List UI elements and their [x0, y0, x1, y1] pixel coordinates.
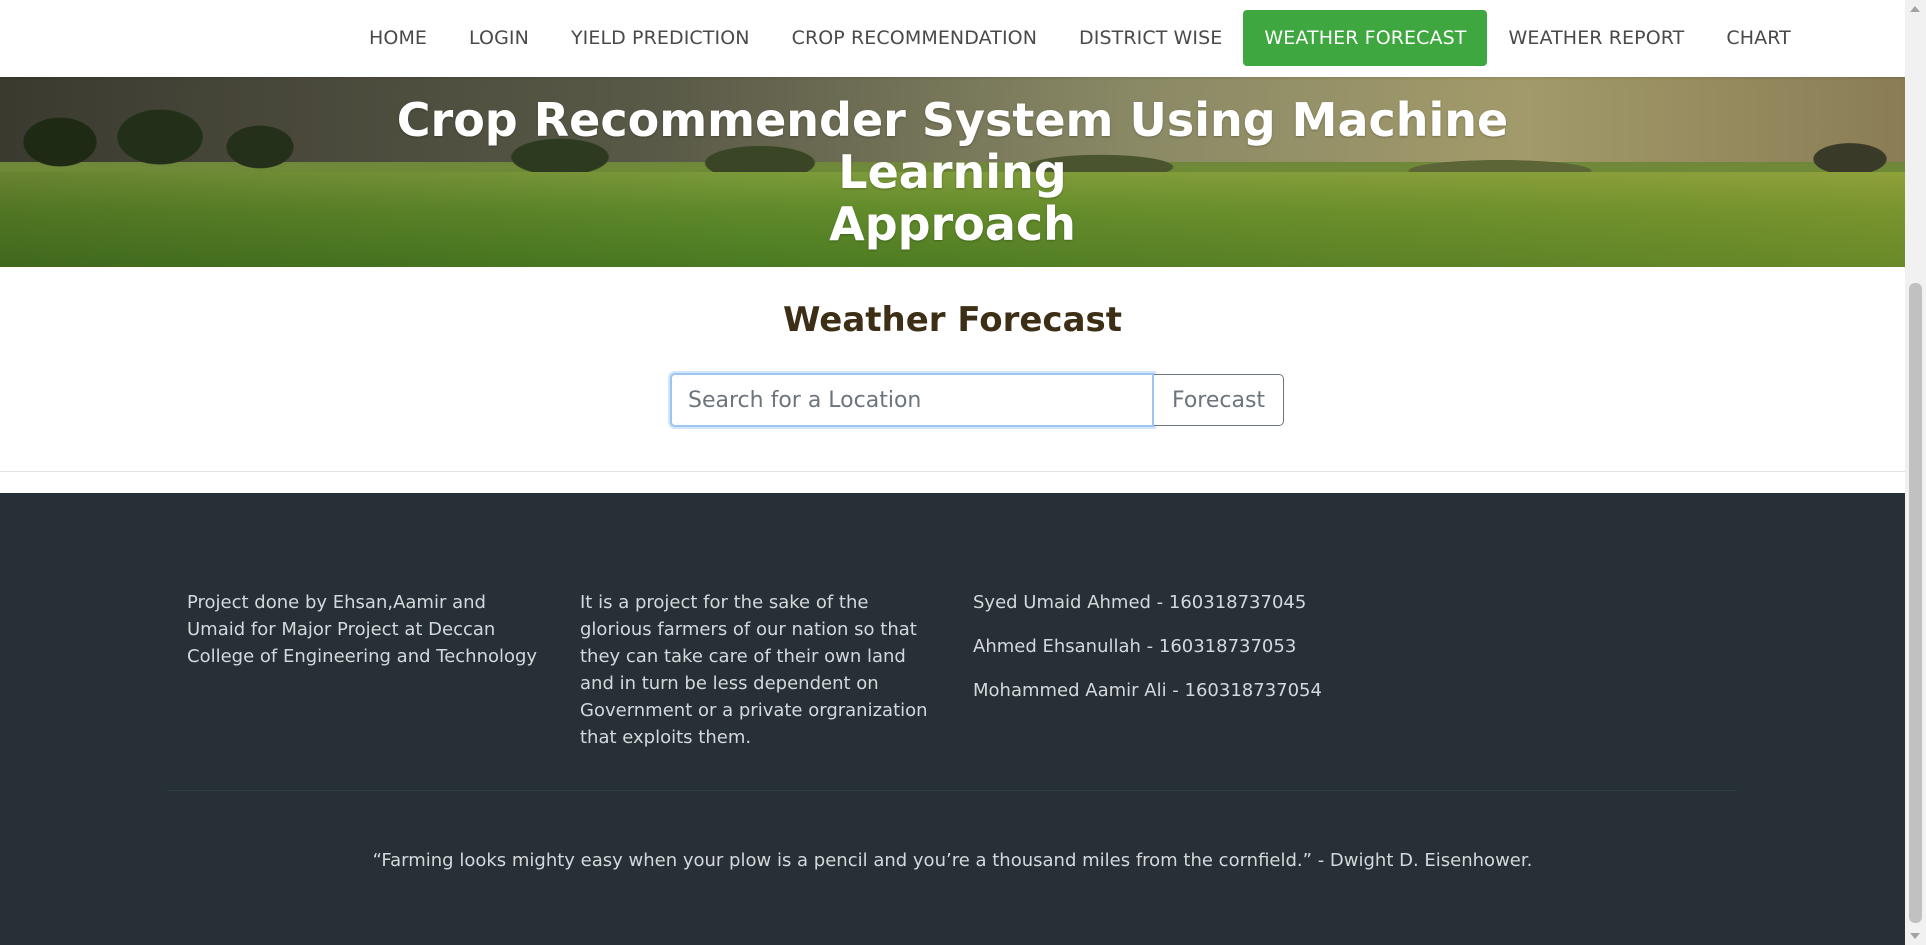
nav-item-weather-report[interactable]: WEATHER REPORT: [1487, 10, 1705, 66]
footer-project-purpose: It is a project for the sake of the glor…: [580, 592, 928, 748]
nav-item-district-wise[interactable]: DISTRICT WISE: [1058, 10, 1243, 66]
nav-item-login[interactable]: LOGIN: [448, 10, 550, 66]
section-title: Weather Forecast: [782, 300, 1123, 340]
footer-divider: [167, 790, 1737, 791]
scroll-down-arrow-icon[interactable]: [1910, 933, 1920, 939]
contact-line: Syed Umaid Ahmed - 160318737045: [973, 592, 1307, 613]
page-scrollbar[interactable]: [1905, 0, 1926, 945]
nav-item-crop-recommendation[interactable]: CROP RECOMMENDATION: [771, 10, 1058, 66]
top-navbar: HOME LOGIN YIELD PREDICTION CROP RECOMME…: [0, 0, 1905, 77]
contact-line: Ahmed Ehsanullah - 160318737053: [973, 636, 1297, 657]
page: HOME LOGIN YIELD PREDICTION CROP RECOMME…: [0, 0, 1905, 945]
hero-banner: Crop Recommender System Using Machine Le…: [0, 77, 1905, 267]
nav-item-weather-forecast[interactable]: WEATHER FORECAST: [1243, 10, 1488, 66]
nav-item-home[interactable]: HOME: [348, 10, 448, 66]
scroll-up-arrow-icon[interactable]: [1910, 6, 1920, 12]
hero-title-line2: Approach: [829, 197, 1076, 251]
footer-contacts: Syed Umaid Ahmed - 160318737045 Ahmed Eh…: [973, 589, 1393, 721]
hero-title: Crop Recommender System Using Machine Le…: [300, 94, 1605, 250]
hero-title-line1: Crop Recommender System Using Machine Le…: [396, 93, 1509, 199]
footer-quote: “Farming looks mighty easy when your plo…: [372, 850, 1533, 871]
section-divider: [0, 471, 1905, 472]
location-search-input[interactable]: [670, 373, 1154, 427]
scroll-thumb[interactable]: [1909, 283, 1922, 923]
contact-line: Mohammed Aamir Ali - 160318737054: [973, 680, 1322, 701]
nav-menu: HOME LOGIN YIELD PREDICTION CROP RECOMME…: [348, 10, 1812, 66]
nav-item-yield-prediction[interactable]: YIELD PREDICTION: [550, 10, 771, 66]
footer-project-credit: Project done by Ehsan,Aamir and Umaid fo…: [187, 592, 538, 667]
forecast-button[interactable]: Forecast: [1154, 374, 1284, 426]
nav-item-chart[interactable]: CHART: [1705, 10, 1811, 66]
footer: Project done by Ehsan,Aamir and Umaid fo…: [0, 493, 1905, 945]
